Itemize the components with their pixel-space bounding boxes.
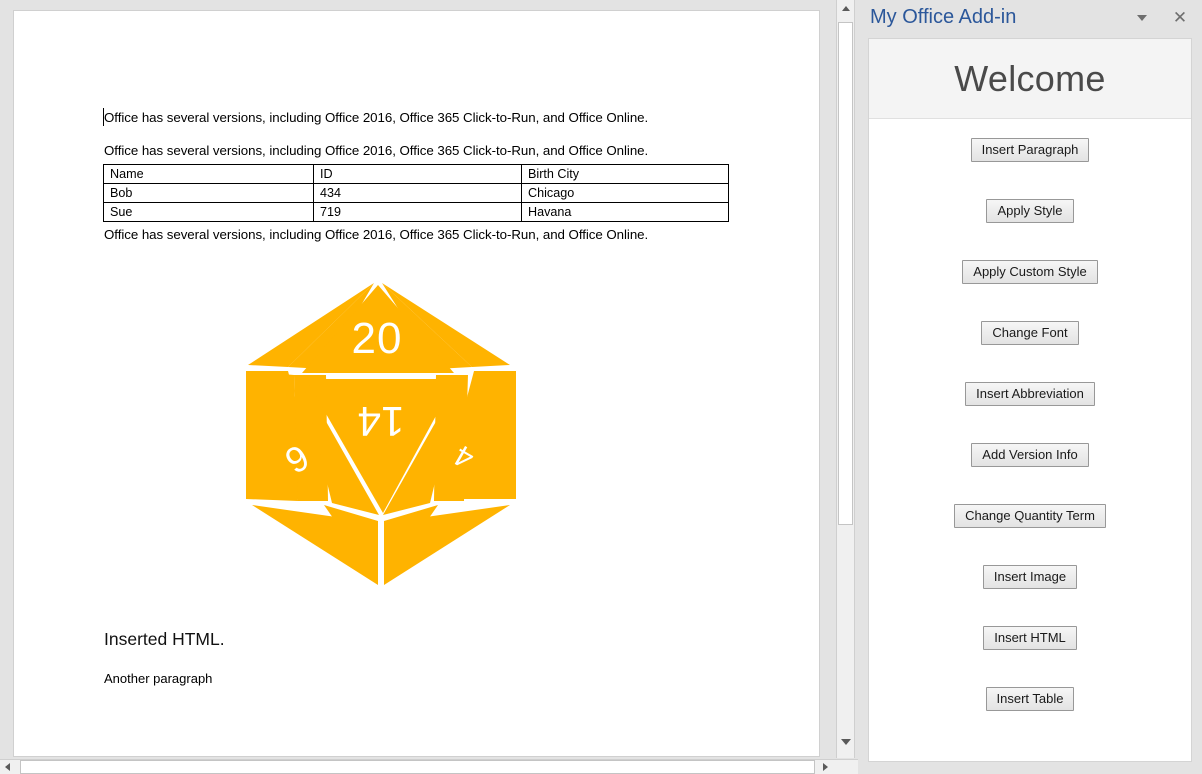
addin-button-row: Apply Style bbox=[869, 181, 1191, 242]
table-cell: Havana bbox=[521, 202, 729, 222]
inserted-html-heading: Inserted HTML. bbox=[104, 629, 225, 649]
add-version-info-button[interactable]: Add Version Info bbox=[971, 443, 1089, 467]
scroll-up-button[interactable] bbox=[837, 0, 854, 17]
word-window: Office has several versions, including O… bbox=[0, 0, 1202, 774]
task-pane-menu-button[interactable] bbox=[1130, 8, 1154, 28]
document-area: Office has several versions, including O… bbox=[0, 0, 858, 774]
table-header-cell: ID bbox=[313, 164, 522, 184]
document-paragraph-2: Office has several versions, including O… bbox=[104, 143, 649, 158]
addin-button-row: Change Font bbox=[869, 303, 1191, 364]
triangle-down-icon bbox=[840, 738, 851, 745]
document-page[interactable]: Office has several versions, including O… bbox=[13, 10, 820, 757]
apply-custom-style-button[interactable]: Apply Custom Style bbox=[962, 260, 1098, 284]
task-pane-body: Welcome Insert Paragraph Apply Style App… bbox=[868, 38, 1192, 762]
table-cell: Sue bbox=[103, 202, 314, 222]
table-cell: 434 bbox=[313, 183, 522, 203]
table-cell: 719 bbox=[313, 202, 522, 222]
document-paragraph-1: Office has several versions, including O… bbox=[104, 110, 649, 125]
close-icon[interactable]: ✕ bbox=[1168, 5, 1192, 29]
insert-html-button[interactable]: Insert HTML bbox=[983, 626, 1077, 650]
addin-button-row: Insert Paragraph bbox=[869, 120, 1191, 181]
insert-table-button[interactable]: Insert Table bbox=[985, 687, 1075, 711]
vertical-scrollbar-thumb[interactable] bbox=[838, 22, 853, 525]
task-pane: My Office Add-in ✕ Welcome Insert Paragr… bbox=[858, 0, 1202, 773]
table-row[interactable]: Name ID Birth City bbox=[103, 164, 729, 184]
addin-button-row: Insert Image bbox=[869, 547, 1191, 608]
task-pane-title: My Office Add-in bbox=[870, 6, 1017, 28]
d20-die-icon[interactable]: 20 14 6 4 bbox=[236, 271, 526, 591]
vertical-scrollbar[interactable] bbox=[836, 0, 855, 758]
svg-text:14: 14 bbox=[358, 398, 405, 445]
task-pane-titlebar: My Office Add-in ✕ bbox=[858, 0, 1202, 36]
horizontal-scrollbar-thumb[interactable] bbox=[20, 760, 815, 774]
triangle-up-icon bbox=[841, 6, 850, 11]
addin-button-row: Change Quantity Term bbox=[869, 486, 1191, 547]
horizontal-scrollbar[interactable] bbox=[0, 759, 858, 774]
svg-text:20: 20 bbox=[352, 314, 403, 363]
table-header-cell: Name bbox=[103, 164, 314, 184]
chevron-down-icon bbox=[1137, 15, 1147, 21]
table-header-cell: Birth City bbox=[521, 164, 729, 184]
scroll-down-button[interactable] bbox=[837, 733, 854, 750]
scroll-left-button[interactable] bbox=[0, 760, 15, 774]
document-paragraph-3: Office has several versions, including O… bbox=[104, 227, 649, 242]
triangle-left-icon bbox=[5, 763, 10, 771]
document-table[interactable]: Name ID Birth City Bob 434 Chicago Sue 7… bbox=[103, 164, 729, 222]
table-cell: Chicago bbox=[521, 183, 729, 203]
insert-paragraph-button[interactable]: Insert Paragraph bbox=[970, 138, 1090, 162]
addin-button-row: Add Version Info bbox=[869, 425, 1191, 486]
change-quantity-term-button[interactable]: Change Quantity Term bbox=[954, 504, 1106, 528]
addin-button-row: Insert Table bbox=[869, 669, 1191, 730]
insert-abbreviation-button[interactable]: Insert Abbreviation bbox=[965, 382, 1095, 406]
welcome-banner: Welcome bbox=[869, 39, 1191, 119]
table-cell: Bob bbox=[103, 183, 314, 203]
triangle-right-icon bbox=[823, 763, 828, 771]
scroll-right-button[interactable] bbox=[818, 760, 833, 774]
addin-button-row: Apply Custom Style bbox=[869, 242, 1191, 303]
change-font-button[interactable]: Change Font bbox=[981, 321, 1079, 345]
addin-button-row: Insert HTML bbox=[869, 608, 1191, 669]
welcome-heading: Welcome bbox=[954, 57, 1106, 99]
apply-style-button[interactable]: Apply Style bbox=[986, 199, 1074, 223]
another-paragraph: Another paragraph bbox=[104, 671, 213, 686]
table-row[interactable]: Bob 434 Chicago bbox=[103, 183, 729, 203]
addin-button-row: Insert Abbreviation bbox=[869, 364, 1191, 425]
insert-image-button[interactable]: Insert Image bbox=[982, 565, 1078, 589]
addin-button-list: Insert Paragraph Apply Style Apply Custo… bbox=[869, 120, 1191, 730]
table-row[interactable]: Sue 719 Havana bbox=[103, 202, 729, 222]
